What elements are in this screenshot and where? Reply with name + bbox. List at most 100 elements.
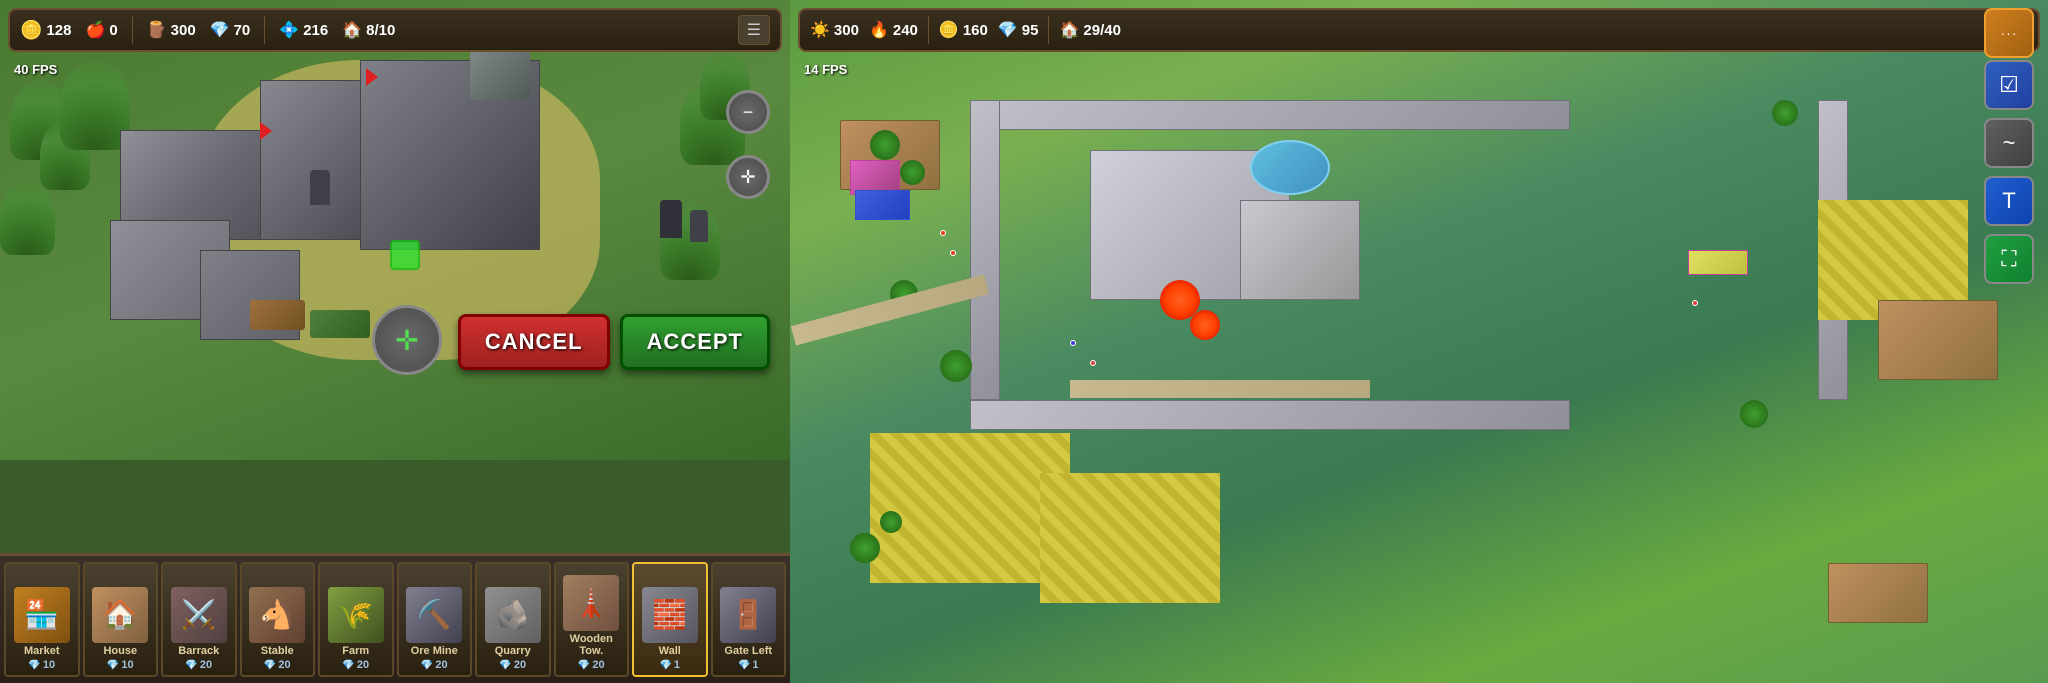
silver-resource: 💎 95 [998, 20, 1039, 40]
game-viewport-left[interactable]: − ✛ 🪙 128 🍎 0 🪵 300 💎 70 � [0, 0, 790, 460]
woodtower-cost-icon: 💎 [578, 660, 590, 671]
pop-value: 29/40 [1083, 22, 1121, 39]
tree-4 [0, 180, 55, 255]
unit-1 [310, 170, 330, 205]
flag-2 [366, 68, 378, 86]
market-label: Market [24, 645, 59, 657]
right-action-buttons: ☑ ~ T ⛶ [1984, 60, 2034, 284]
fire-value: 240 [893, 22, 918, 39]
castle-inner-2 [1240, 200, 1360, 300]
sun-value: 300 [834, 22, 859, 39]
coin-resource-right: 🪙 160 [939, 20, 988, 40]
building-bar: 🏪 Market 💎 10 🏠 House 💎 10 ⚔️ Barrack 💎 … [0, 553, 790, 683]
farm-label: Farm [342, 645, 369, 657]
house-label: House [103, 645, 137, 657]
tilde-button[interactable]: ~ [1984, 118, 2034, 168]
cancel-button[interactable]: CANCEL [458, 314, 610, 370]
pool [1250, 140, 1330, 195]
menu-button[interactable]: ☰ [738, 15, 770, 45]
brown-structure [250, 300, 305, 330]
hud-sep-r2 [1048, 16, 1049, 44]
quarry-icon: 🪨 [485, 587, 541, 643]
building-farm[interactable]: 🌾 Farm 💎 20 [318, 562, 394, 677]
action-buttons: CANCEL ACCEPT [458, 314, 770, 370]
flag-1 [260, 122, 272, 140]
fps-label-right: 14 FPS [804, 62, 847, 77]
building-barrack[interactable]: ⚔️ Barrack 💎 20 [161, 562, 237, 677]
oremine-cost-value: 20 [435, 659, 447, 671]
left-panel: − ✛ 🪙 128 🍎 0 🪵 300 💎 70 � [0, 0, 790, 683]
fire-resource: 🔥 240 [869, 20, 918, 40]
checklist-button[interactable]: ☑ [1984, 60, 2034, 110]
gateleft-label: Gate Left [724, 645, 772, 657]
oremine-icon: ⛏️ [406, 587, 462, 643]
unit-2 [660, 200, 682, 238]
move-control[interactable]: ✛ [726, 155, 770, 199]
game-viewport-right[interactable]: ☀️ 300 🔥 240 🪙 160 💎 95 🏠 29/40 14 FP [790, 0, 2048, 683]
building-house[interactable]: 🏠 House 💎 10 [83, 562, 159, 677]
placement-indicator [390, 240, 420, 270]
building-gateleft[interactable]: 🚪 Gate Left 💎 1 [711, 562, 787, 677]
gateleft-cost-value: 1 [752, 659, 758, 671]
notification-badge[interactable]: ··· [1984, 8, 2034, 58]
pop-icon: 🏠 [1059, 20, 1079, 40]
tree-r5 [1772, 100, 1798, 126]
market-stall-2 [855, 190, 910, 220]
gold-resource: 🪙 128 [20, 20, 71, 41]
house-build-icon: 🏠 [92, 587, 148, 643]
gateleft-cost-icon: 💎 [738, 660, 750, 671]
wall-cost-icon: 💎 [659, 660, 671, 671]
stone-value: 70 [234, 22, 251, 39]
field-2 [1040, 473, 1220, 603]
accept-button[interactable]: ACCEPT [620, 314, 770, 370]
tree-r4 [940, 350, 972, 382]
gateleft-cost: 💎 1 [738, 659, 759, 671]
hud-top-left: 🪙 128 🍎 0 🪵 300 💎 70 💠 216 🏠 [8, 8, 782, 52]
unit-dot-4 [1090, 360, 1096, 366]
building-wall[interactable]: 🧱 Wall 💎 1 [632, 562, 708, 677]
wood-icon: 🪵 [147, 20, 167, 40]
castle-wall-outer-bottom [970, 400, 1570, 430]
navigation-control[interactable] [372, 305, 442, 375]
stable-label: Stable [261, 645, 294, 657]
tree-r8 [1740, 400, 1768, 428]
unit-dot-3 [1070, 340, 1076, 346]
stable-cost-value: 20 [278, 659, 290, 671]
building-woodtower[interactable]: 🗼 Wooden Tow. 💎 20 [554, 562, 630, 677]
unit-3 [690, 210, 708, 242]
house-value: 8/10 [366, 22, 395, 39]
stable-cost-icon: 💎 [264, 660, 276, 671]
unit-dot-5 [1692, 300, 1698, 306]
market-cost: 💎 10 [28, 659, 55, 671]
building-market[interactable]: 🏪 Market 💎 10 [4, 562, 80, 677]
hud-top-right: ☀️ 300 🔥 240 🪙 160 💎 95 🏠 29/40 [798, 8, 2040, 52]
building-oremine[interactable]: ⛏️ Ore Mine 💎 20 [397, 562, 473, 677]
expand-button[interactable]: ⛶ [1984, 234, 2034, 284]
green-structure-1 [310, 310, 370, 338]
woodtower-label: Wooden Tow. [558, 633, 626, 657]
food-resource: 🍎 0 [85, 20, 117, 40]
house-resource: 🏠 8/10 [342, 20, 395, 40]
barrack-cost-icon: 💎 [185, 660, 197, 671]
gold-icon: 🪙 [20, 20, 42, 41]
tent-structure [470, 50, 530, 100]
gateleft-icon: 🚪 [720, 587, 776, 643]
building-stable[interactable]: 🐴 Stable 💎 20 [240, 562, 316, 677]
oremine-cost-icon: 💎 [421, 660, 433, 671]
quarry-label: Quarry [495, 645, 531, 657]
gem-value: 216 [303, 22, 328, 39]
woodtower-cost: 💎 20 [578, 659, 605, 671]
zoom-control[interactable]: − [726, 90, 770, 134]
text-button[interactable]: T [1984, 176, 2034, 226]
house-cost: 💎 10 [107, 659, 134, 671]
gold-value: 128 [46, 22, 71, 39]
barrack-icon: ⚔️ [171, 587, 227, 643]
oremine-label: Ore Mine [411, 645, 458, 657]
building-quarry[interactable]: 🪨 Quarry 💎 20 [475, 562, 551, 677]
farm-cost-value: 20 [357, 659, 369, 671]
coin-value-right: 160 [963, 22, 988, 39]
barrack-label: Barrack [178, 645, 219, 657]
unit-dot-2 [950, 250, 956, 256]
notification-icon: ··· [2001, 25, 2018, 41]
building-cluster-3 [1828, 563, 1928, 623]
